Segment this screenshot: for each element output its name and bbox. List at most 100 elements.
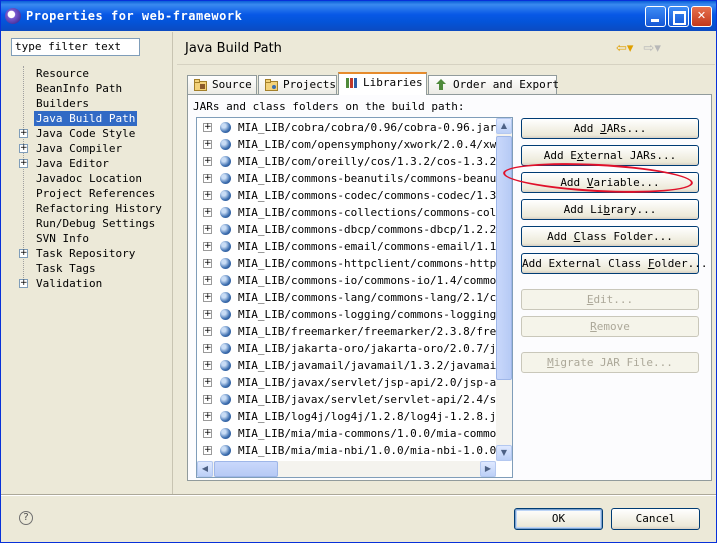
list-item[interactable]: + MIA_LIB/javax/servlet/jsp-api/2.0/jsp-a… [197, 374, 496, 391]
scroll-down-button[interactable]: ▼ [496, 445, 512, 461]
vertical-scrollbar[interactable]: ▲ ▼ [496, 118, 512, 461]
horizontal-scrollbar[interactable]: ◀ ▶ [197, 461, 496, 477]
maximize-button[interactable] [668, 6, 689, 27]
list-item[interactable]: + MIA_LIB/jakarta-oro/jakarta-oro/2.0.7/j… [197, 340, 496, 357]
list-item[interactable]: + MIA_LIB/javamail/javamail/1.3.2/javamai… [197, 357, 496, 374]
expand-icon[interactable]: + [203, 429, 212, 438]
nav-item[interactable]: Java Editor [34, 156, 111, 171]
expand-icon[interactable]: + [203, 140, 212, 149]
jar-path: MIA_LIB/commons-collections/commons-coll… [238, 206, 496, 219]
nav-item[interactable]: Task Tags [34, 261, 98, 276]
libraries-icon [346, 78, 357, 88]
nav-item[interactable]: Java Compiler [34, 141, 124, 156]
expand-icon[interactable]: + [203, 259, 212, 268]
tab-libraries[interactable]: Libraries [338, 72, 427, 95]
add-jars-button[interactable]: Add JARs... [521, 118, 699, 139]
list-item[interactable]: + MIA_LIB/commons-dbcp/commons-dbcp/1.2.2… [197, 221, 496, 238]
cancel-button[interactable]: Cancel [611, 508, 700, 530]
expand-icon[interactable]: + [203, 123, 212, 132]
jar-path: MIA_LIB/com/opensymphony/xwork/2.0.4/xwo… [238, 138, 496, 151]
nav-item[interactable]: SVN Info [34, 231, 91, 246]
list-item[interactable]: + MIA_LIB/commons-beanutils/commons-beanu… [197, 170, 496, 187]
list-item[interactable]: + MIA_LIB/javax/servlet/servlet-api/2.4/s… [197, 391, 496, 408]
remove-button[interactable]: Remove [521, 316, 699, 337]
minimize-button[interactable] [645, 6, 666, 27]
scroll-left-button[interactable]: ◀ [197, 461, 213, 477]
edit-button[interactable]: Edit... [521, 289, 699, 310]
horizontal-scroll-thumb[interactable] [214, 461, 278, 477]
add-external-jars-button[interactable]: Add External JARs... [521, 145, 699, 166]
tab-source[interactable]: Source [187, 75, 257, 94]
add-external-class-folder-button[interactable]: Add External Class Folder... [521, 253, 707, 274]
expand-icon[interactable]: + [203, 157, 212, 166]
list-item[interactable]: + MIA_LIB/log4j/log4j/1.2.8/log4j-1.2.8.j… [197, 408, 496, 425]
expand-icon[interactable]: + [203, 446, 212, 455]
list-item[interactable]: + MIA_LIB/com/oreilly/cos/1.3.2/cos-1.3.2… [197, 153, 496, 170]
expand-icon[interactable]: + [19, 279, 28, 288]
ok-button[interactable]: OK [514, 508, 603, 530]
expand-icon[interactable]: + [203, 191, 212, 200]
list-item[interactable]: + MIA_LIB/mia/mia-nbi/1.0.0/mia-nbi-1.0.0… [197, 442, 496, 459]
list-item[interactable]: + MIA_LIB/commons-io/commons-io/1.4/commo… [197, 272, 496, 289]
list-item[interactable]: + MIA_LIB/commons-collections/commons-col… [197, 204, 496, 221]
nav-item[interactable]: Project References [34, 186, 157, 201]
add-class-folder-button[interactable]: Add Class Folder... [521, 226, 699, 247]
expand-icon[interactable]: + [203, 225, 212, 234]
nav-item[interactable]: Refactoring History [34, 201, 164, 216]
list-item[interactable]: + MIA_LIB/commons-codec/commons-codec/1.3… [197, 187, 496, 204]
nav-item[interactable]: Java Code Style [34, 126, 137, 141]
nav-item[interactable]: Builders [34, 96, 91, 111]
expand-icon[interactable]: + [19, 159, 28, 168]
expand-icon[interactable]: + [203, 174, 212, 183]
expand-icon[interactable]: + [203, 344, 212, 353]
nav-item[interactable]: Java Build Path [34, 111, 138, 126]
back-arrow-icon[interactable]: ⇦▾ [616, 41, 633, 56]
help-icon[interactable]: ? [19, 511, 33, 525]
nav-item[interactable]: Validation [34, 276, 104, 291]
jar-path: MIA_LIB/commons-httpclient/commons-httpc… [238, 257, 496, 270]
jar-icon [220, 139, 231, 150]
expand-icon[interactable]: + [203, 276, 212, 285]
expand-icon[interactable]: + [203, 310, 212, 319]
projects-icon [265, 79, 278, 91]
window-title: Properties for web-framework [26, 9, 243, 23]
migrate-jar-file-button[interactable]: Migrate JAR File... [521, 352, 699, 373]
list-item[interactable]: + MIA_LIB/commons-logging/commons-logging… [197, 306, 496, 323]
forward-arrow-icon[interactable]: ⇨▾ [643, 41, 660, 56]
expand-icon[interactable]: + [203, 378, 212, 387]
expand-icon[interactable]: + [19, 144, 28, 153]
scroll-right-button[interactable]: ▶ [480, 461, 496, 477]
list-item[interactable]: + MIA_LIB/commons-httpclient/commons-http… [197, 255, 496, 272]
pane-divider[interactable] [172, 32, 173, 494]
nav-item[interactable]: Javadoc Location [34, 171, 144, 186]
expand-icon[interactable]: + [19, 249, 28, 258]
list-item[interactable]: + MIA_LIB/com/opensymphony/xwork/2.0.4/xw… [197, 136, 496, 153]
expand-icon[interactable]: + [19, 129, 28, 138]
title-bar[interactable]: Properties for web-framework ✕ [1, 1, 716, 31]
expand-icon[interactable]: + [203, 327, 212, 336]
list-item[interactable]: + MIA_LIB/commons-email/commons-email/1.1… [197, 238, 496, 255]
list-item[interactable]: + MIA_LIB/cobra/cobra/0.96/cobra-0.96.jar… [197, 119, 496, 136]
add-variable-button[interactable]: Add Variable... [521, 172, 699, 193]
nav-item[interactable]: Resource [34, 66, 91, 81]
scroll-up-button[interactable]: ▲ [496, 118, 512, 134]
nav-item[interactable]: BeanInfo Path [34, 81, 124, 96]
tab-order-and-export[interactable]: Order and Export [428, 75, 559, 94]
list-item[interactable]: + MIA_LIB/mia/mia-commons/1.0.0/mia-commo… [197, 425, 496, 442]
nav-item[interactable]: Run/Debug Settings [34, 216, 157, 231]
expand-icon[interactable]: + [203, 412, 212, 421]
expand-icon[interactable]: + [203, 361, 212, 370]
list-item[interactable]: + MIA_LIB/freemarker/freemarker/2.3.8/fre… [197, 323, 496, 340]
expand-icon[interactable]: + [203, 395, 212, 404]
close-button[interactable]: ✕ [691, 6, 712, 27]
expand-icon[interactable]: + [203, 242, 212, 251]
vertical-scroll-thumb[interactable] [496, 136, 512, 380]
jars-list[interactable]: + MIA_LIB/cobra/cobra/0.96/cobra-0.96.jar… [196, 117, 513, 478]
expand-icon[interactable]: + [203, 293, 212, 302]
filter-input[interactable]: type filter text [11, 38, 140, 56]
nav-item[interactable]: Task Repository [34, 246, 137, 261]
list-item[interactable]: + MIA_LIB/commons-lang/commons-lang/2.1/c… [197, 289, 496, 306]
expand-icon[interactable]: + [203, 208, 212, 217]
add-library-button[interactable]: Add Library... [521, 199, 699, 220]
tab-projects[interactable]: Projects [258, 75, 337, 94]
